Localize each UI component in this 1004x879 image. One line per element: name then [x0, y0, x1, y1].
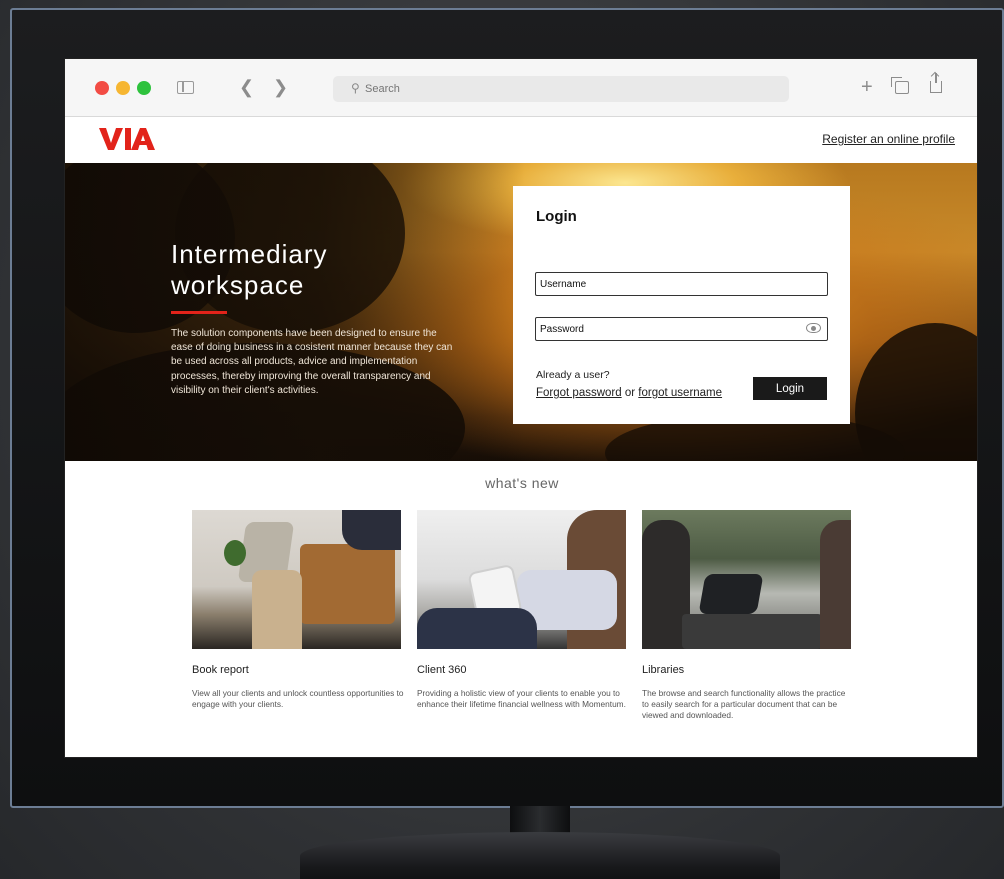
news-card-book-report[interactable]: Book report View all your clients and un…: [192, 510, 404, 709]
libraries-image: [642, 510, 851, 649]
image-shape: [224, 540, 246, 566]
hero-title-line2: workspace: [171, 270, 305, 300]
image-shape: [682, 614, 822, 649]
hero-title-line1: Intermediary: [171, 239, 328, 269]
hero-description: The solution components have been design…: [171, 328, 453, 396]
news-card-client-360[interactable]: Client 360 Providing a holistic view of …: [417, 510, 626, 709]
maximize-window-button[interactable]: [137, 81, 151, 95]
password-input[interactable]: [540, 321, 790, 337]
card-description: View all your clients and unlock countle…: [192, 688, 404, 709]
or-text: or: [624, 387, 636, 399]
minimize-window-button[interactable]: [116, 81, 130, 95]
card-description: Providing a holistic view of your client…: [417, 688, 626, 709]
hero-overlay: [65, 163, 525, 461]
image-shape: [300, 544, 395, 624]
hero-accent-line: [171, 311, 227, 314]
sidebar-icon[interactable]: [177, 81, 194, 94]
whats-new-heading: what's new: [485, 475, 559, 491]
search-input[interactable]: [365, 80, 765, 98]
share-icon[interactable]: [930, 73, 942, 93]
image-shape: [698, 574, 764, 614]
already-user-text: Already a user?: [536, 369, 610, 381]
username-field[interactable]: [535, 272, 828, 296]
username-input[interactable]: [540, 276, 790, 292]
site-header: Register an online profile: [65, 117, 977, 163]
card-title: Libraries: [642, 664, 685, 676]
tabs-icon[interactable]: [891, 77, 909, 94]
search-icon: ⚲: [351, 81, 360, 95]
monitor-frame: ❮ ❯ ⚲ + Register an online profile: [10, 8, 1004, 808]
login-title: Login: [536, 208, 577, 225]
forward-icon[interactable]: ❯: [273, 77, 288, 97]
via-logo[interactable]: [99, 126, 155, 152]
forgot-username-link[interactable]: forgot username: [638, 387, 722, 399]
hero-title: Intermediary workspace: [171, 239, 471, 301]
screen: ❮ ❯ ⚲ + Register an online profile: [64, 58, 978, 758]
back-icon[interactable]: ❮: [239, 77, 254, 97]
browser-toolbar: ❮ ❯ ⚲ +: [65, 59, 977, 117]
close-window-button[interactable]: [95, 81, 109, 95]
forgot-links: Forgot password or forgot username: [536, 387, 722, 399]
client-360-image: [417, 510, 626, 649]
card-title: Client 360: [417, 664, 467, 676]
image-shape: [342, 510, 401, 550]
book-report-image: [192, 510, 401, 649]
address-bar[interactable]: ⚲: [333, 76, 789, 102]
password-field[interactable]: [535, 317, 828, 341]
login-button[interactable]: Login: [753, 377, 827, 400]
image-shape: [252, 570, 302, 649]
image-shape: [417, 608, 537, 649]
image-shape: [820, 520, 851, 649]
monitor-stand-base: [300, 832, 780, 879]
login-card: Login Already a user? Forgot password or…: [513, 186, 850, 424]
card-title: Book report: [192, 664, 249, 676]
plus-icon[interactable]: +: [861, 77, 873, 97]
scene-background: ❮ ❯ ⚲ + Register an online profile: [0, 0, 1004, 879]
forgot-password-link[interactable]: Forgot password: [536, 387, 622, 399]
register-profile-link[interactable]: Register an online profile: [822, 132, 955, 146]
news-card-libraries[interactable]: Libraries The browse and search function…: [642, 510, 851, 720]
eye-icon[interactable]: [806, 323, 821, 333]
card-description: The browse and search functionality allo…: [642, 688, 846, 720]
